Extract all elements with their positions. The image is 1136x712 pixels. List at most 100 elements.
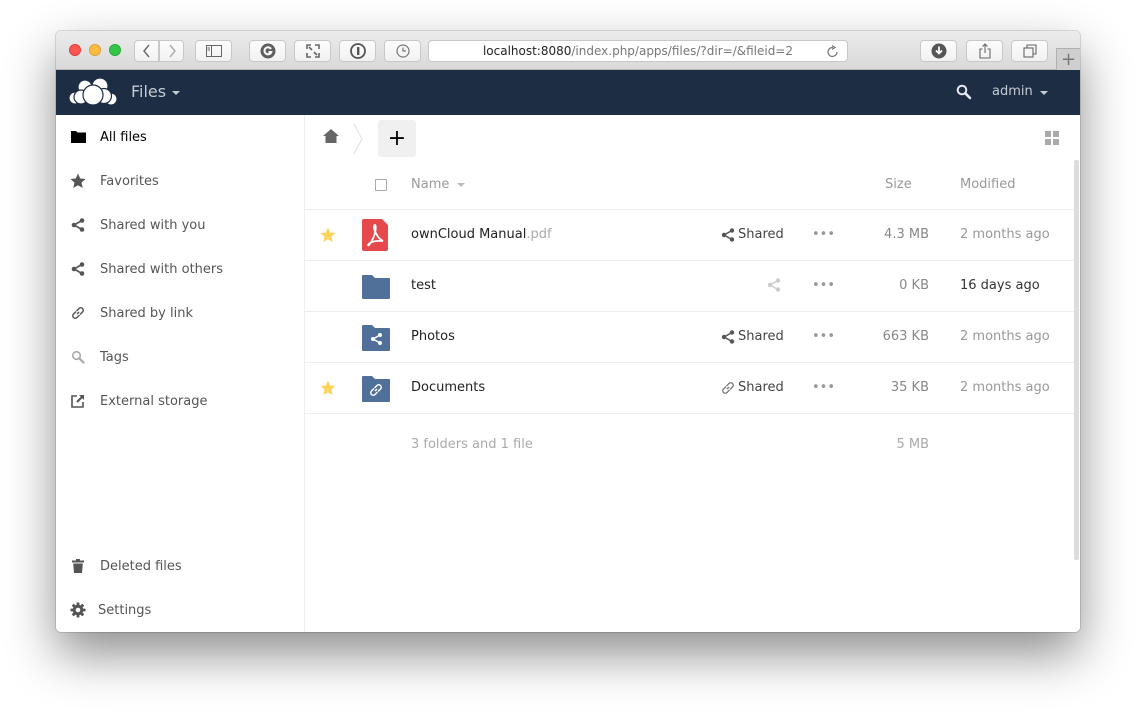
caret-down-icon (1039, 90, 1048, 95)
app-header: Files admin (56, 70, 1080, 115)
share-icon (70, 261, 86, 277)
owncloud-logo[interactable] (67, 77, 119, 107)
chevron-left-icon (142, 44, 150, 58)
sidebar-item-tags[interactable]: Tags (56, 335, 305, 379)
share-page-button[interactable] (966, 40, 1003, 62)
file-size: 0 KB (899, 278, 929, 293)
share-action[interactable] (767, 278, 781, 292)
app-navigation: All files Favorites Shared with you Shar… (56, 115, 305, 632)
file-size: 35 KB (890, 380, 929, 395)
external-link-icon (70, 393, 86, 409)
file-basename: test (411, 278, 436, 293)
file-name[interactable]: Photos (411, 329, 455, 344)
file-name[interactable]: test (411, 278, 436, 293)
share-icon (721, 329, 735, 344)
history-button[interactable] (384, 40, 421, 62)
app-content: + Name Size Modified ownCloud Manual.pdf… (305, 115, 1080, 632)
sidebar-item-label: Shared with you (100, 217, 206, 233)
sidebar-item-shared-by-link[interactable]: Shared by link (56, 291, 305, 335)
column-header-size[interactable]: Size (885, 177, 912, 192)
sort-by-name[interactable]: Name (411, 177, 466, 192)
back-button[interactable] (134, 40, 159, 62)
gear-icon (70, 602, 86, 618)
file-size: 4.3 MB (884, 227, 929, 242)
zoom-window-button[interactable] (109, 44, 121, 56)
file-row[interactable]: Documents Shared ••• 35 KB 2 months ago (305, 363, 1074, 414)
chevron-right-icon (168, 44, 176, 58)
file-basename: Documents (411, 380, 486, 395)
home-icon[interactable] (323, 129, 339, 143)
downloads-button[interactable] (920, 40, 957, 62)
file-extension: .pdf (526, 227, 552, 242)
column-header-modified[interactable]: Modified (960, 177, 1015, 192)
file-list-summary: 3 folders and 1 file 5 MB (305, 414, 1074, 474)
sidebar-item-shared-with-you[interactable]: Shared with you (56, 203, 305, 247)
file-name[interactable]: ownCloud Manual.pdf (411, 227, 552, 242)
file-row[interactable]: Photos Shared ••• 663 KB 2 months ago (305, 312, 1074, 363)
scrollbar[interactable] (1074, 160, 1079, 560)
file-modified: 2 months ago (960, 227, 1050, 242)
file-modified: 16 days ago (960, 278, 1040, 293)
file-name[interactable]: Documents (411, 380, 485, 395)
link-shared-folder-icon (362, 376, 390, 402)
more-actions-button[interactable]: ••• (812, 329, 835, 344)
settings-button[interactable]: Settings (56, 588, 305, 632)
sidebar-item-all-files[interactable]: All files (56, 115, 305, 159)
breadcrumb-separator-icon (353, 123, 363, 155)
link-icon (722, 381, 734, 394)
sidebar-item-label: Deleted files (100, 558, 182, 574)
more-actions-button[interactable]: ••• (812, 227, 835, 242)
forward-button[interactable] (159, 40, 184, 62)
url-host: localhost:8080 (482, 44, 572, 58)
clock-icon (395, 44, 410, 58)
sidebar-item-shared-with-others[interactable]: Shared with others (56, 247, 305, 291)
user-menu[interactable]: admin (992, 84, 1048, 99)
sidebar-item-label: External storage (100, 393, 208, 409)
sidebar-item-favorites[interactable]: Favorites (56, 159, 305, 203)
close-window-button[interactable] (69, 44, 81, 56)
new-file-button[interactable]: + (378, 120, 416, 157)
share-action[interactable]: Shared (721, 227, 784, 242)
more-actions-button[interactable]: ••• (812, 278, 835, 293)
app-menu-toggle[interactable]: Files (131, 82, 181, 101)
sidebar-icon (205, 45, 222, 57)
share-action[interactable]: Shared (721, 380, 784, 395)
new-tab-button[interactable]: + (1056, 48, 1080, 70)
column-header-name: Name (411, 177, 450, 192)
search-icon[interactable] (956, 84, 972, 100)
star-icon (70, 173, 86, 189)
browser-window: localhost:8080/index.php/apps/files/?dir… (56, 31, 1080, 632)
favorite-star-icon[interactable] (320, 380, 336, 396)
select-all-checkbox[interactable] (375, 179, 387, 191)
file-row[interactable]: test ••• 0 KB 16 days ago (305, 261, 1074, 312)
file-modified: 2 months ago (960, 329, 1050, 344)
grammarly-extension-button[interactable] (249, 40, 286, 62)
sidebar-item-external-storage[interactable]: External storage (56, 379, 305, 423)
file-modified: 2 months ago (960, 380, 1050, 395)
file-list: Name Size Modified ownCloud Manual.pdf S… (305, 161, 1074, 561)
share-action[interactable]: Shared (721, 329, 784, 344)
favorite-star-icon[interactable] (320, 227, 336, 243)
grid-view-icon[interactable] (1045, 131, 1059, 145)
sidebar-toggle-button[interactable] (195, 40, 232, 62)
user-name: admin (992, 84, 1033, 99)
summary-text: 3 folders and 1 file (411, 437, 533, 452)
sort-caret-icon (457, 182, 466, 187)
url-path: /index.php/apps/files/?dir=/&fileid=2 (571, 44, 794, 58)
password-manager-button[interactable] (339, 40, 376, 62)
expand-icon (305, 44, 320, 58)
link-icon (70, 305, 86, 321)
pdf-file-icon (362, 219, 388, 251)
more-actions-button[interactable]: ••• (812, 380, 835, 395)
download-icon (931, 43, 946, 59)
tabs-overview-button[interactable] (1011, 40, 1048, 62)
files-controls: + (305, 115, 1075, 161)
file-row[interactable]: ownCloud Manual.pdf Shared ••• 4.3 MB 2 … (305, 210, 1074, 261)
reload-icon[interactable] (827, 45, 839, 59)
minimize-window-button[interactable] (89, 44, 101, 56)
address-bar[interactable]: localhost:8080/index.php/apps/files/?dir… (428, 40, 848, 62)
share-upload-icon (978, 43, 991, 59)
share-label: Shared (738, 380, 784, 395)
sidebar-item-deleted-files[interactable]: Deleted files (56, 544, 305, 588)
fullscreen-extension-button[interactable] (294, 40, 331, 62)
